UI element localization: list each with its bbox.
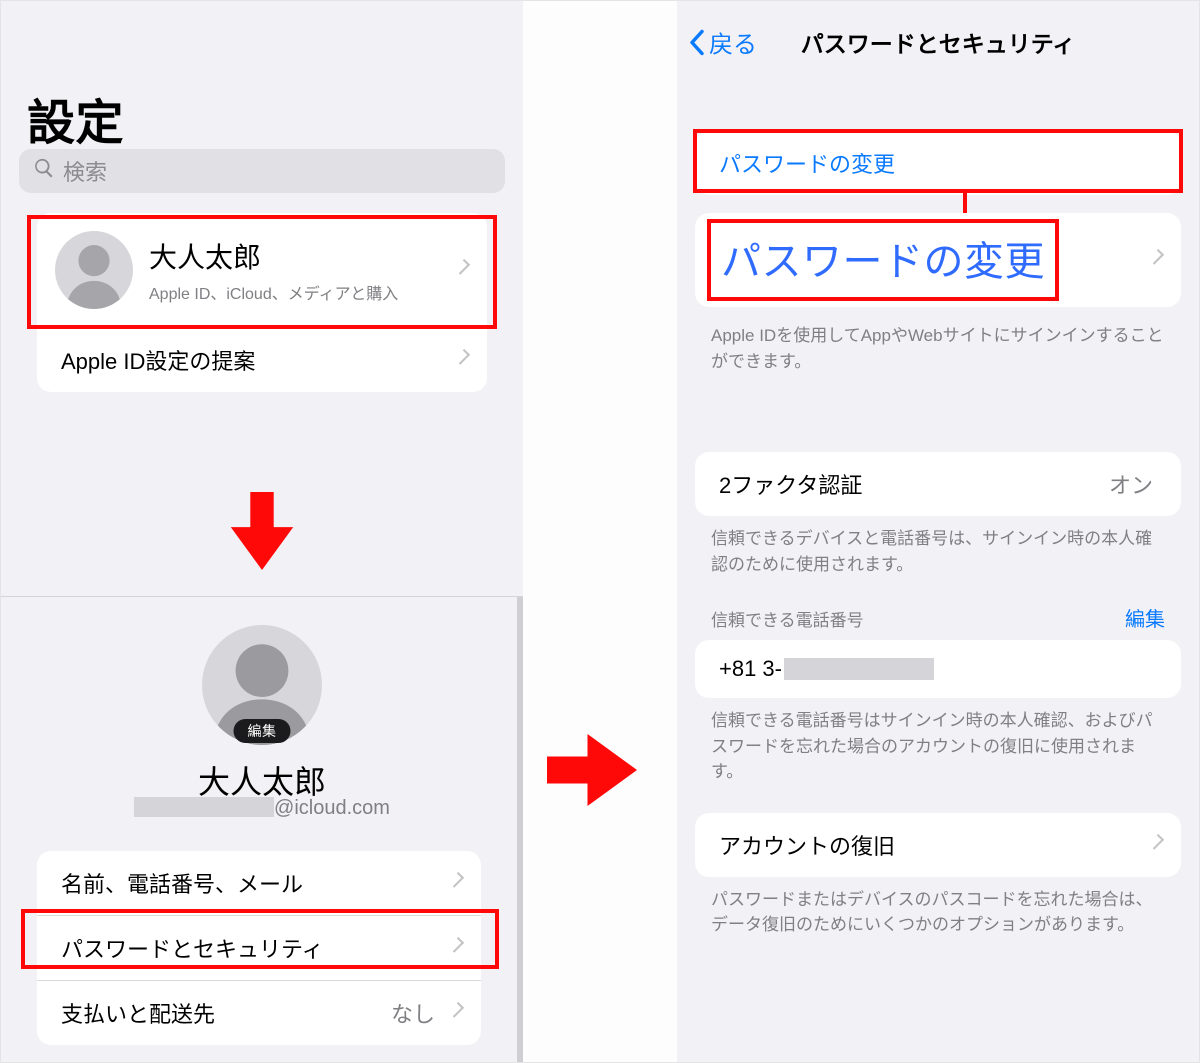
account-recovery-row[interactable]: アカウントの復旧 [695, 813, 1181, 877]
settings-root-screen: 設定 検索 大人太郎 Apple ID、iCloud、メディアと購入 Apple… [1, 1, 523, 483]
profile-subtitle: Apple ID、iCloud、メディアと購入 [149, 280, 398, 304]
avatar-large[interactable]: 編集 [202, 625, 322, 745]
chevron-right-icon [1151, 835, 1163, 855]
chevron-right-icon [451, 1003, 463, 1023]
row-value: なし [391, 997, 435, 1029]
right-column: 戻る パスワードとセキュリティ パスワードの変更 パスワードの変更 Apple … [677, 1, 1199, 1062]
edit-button[interactable]: 編集 [1125, 603, 1165, 632]
change-password-big-row[interactable]: パスワードの変更 [695, 213, 1181, 307]
chevron-right-icon [457, 350, 469, 370]
right-arrow-icon [547, 725, 637, 815]
profile-name: 大人太郎 [149, 236, 398, 276]
profile-email: @icloud.com [1, 797, 523, 820]
two-factor-row[interactable]: 2ファクタ認証 オン [695, 452, 1181, 516]
avatar-icon [55, 231, 133, 309]
row-payment-shipping[interactable]: 支払いと配送先 なし [37, 980, 481, 1045]
scrollbar[interactable] [517, 597, 523, 1062]
trusted-phone-group: +81 3- [695, 640, 1181, 698]
phone-number: +81 3- [719, 656, 934, 682]
search-placeholder: 検索 [63, 155, 107, 187]
page-title: パスワードとセキュリティ [801, 25, 1076, 59]
two-factor-footnote: 信頼できるデバイスと電話番号は、サインイン時の本人確認のために使用されます。 [711, 526, 1165, 577]
redacted-block [784, 658, 934, 680]
apple-id-suggestion-row[interactable]: Apple ID設定の提案 [37, 328, 487, 392]
chevron-right-icon [451, 873, 463, 893]
two-factor-group: 2ファクタ認証 オン [695, 452, 1181, 516]
apple-id-row[interactable]: 大人太郎 Apple ID、iCloud、メディアと購入 [37, 213, 487, 328]
signin-footnote: Apple IDを使用してAppやWebサイトにサインインすることができます。 [711, 323, 1165, 374]
search-icon [33, 157, 63, 185]
chevron-right-icon [457, 260, 469, 280]
nav-bar: 戻る パスワードとセキュリティ [677, 1, 1199, 83]
apple-id-menu-group: 名前、電話番号、メール パスワードとセキュリティ 支払いと配送先 なし [37, 851, 481, 1045]
change-password-big-label: パスワードの変更 [707, 219, 1059, 301]
trusted-phone-footnote: 信頼できる電話番号はサインイン時の本人確認、およびパスワードを忘れた場合のアカウ… [711, 708, 1165, 785]
chevron-right-icon [451, 938, 463, 958]
recovery-footnote: パスワードまたはデバイスのパスコードを忘れた場合は、データ復旧のためにいくつかの… [711, 887, 1165, 938]
row-label: Apple ID設定の提案 [61, 344, 255, 376]
left-column: 設定 検索 大人太郎 Apple ID、iCloud、メディアと購入 Apple… [1, 1, 523, 1062]
change-password-row[interactable]: パスワードの変更 [695, 131, 1181, 195]
down-arrow-icon [223, 491, 301, 571]
search-input[interactable]: 検索 [19, 149, 505, 193]
trusted-phone-header: 信頼できる電話番号 編集 [711, 603, 1165, 632]
page-title: 設定 [27, 83, 124, 153]
row-value: オン [1109, 468, 1153, 500]
chevron-right-icon [1151, 250, 1163, 270]
back-button[interactable]: 戻る [689, 25, 757, 60]
back-label: 戻る [709, 25, 757, 60]
row-name-phone-mail[interactable]: 名前、電話番号、メール [37, 851, 481, 915]
avatar-edit-label[interactable]: 編集 [234, 719, 291, 743]
trusted-phone-row[interactable]: +81 3- [695, 640, 1181, 698]
apple-id-screen: 編集 大人太郎 @icloud.com 名前、電話番号、メール パスワードとセキ… [1, 596, 523, 1062]
redacted-block [134, 797, 274, 817]
settings-group-account: 大人太郎 Apple ID、iCloud、メディアと購入 Apple ID設定の… [37, 213, 487, 392]
row-password-security[interactable]: パスワードとセキュリティ [37, 915, 481, 980]
change-password-group: パスワードの変更 [695, 131, 1181, 195]
account-recovery-group: アカウントの復旧 [695, 813, 1181, 877]
